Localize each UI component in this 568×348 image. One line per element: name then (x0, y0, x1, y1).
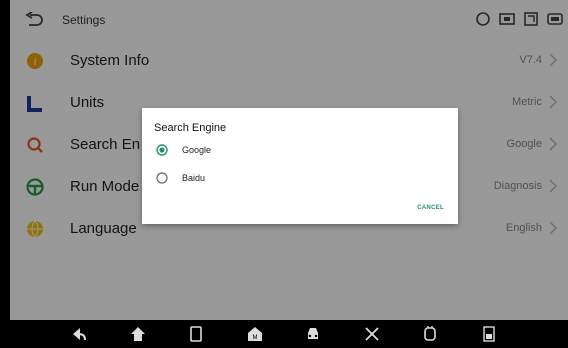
radio-option-baidu[interactable]: Baidu (156, 170, 356, 188)
dialog-title: Search Engine (154, 122, 227, 134)
search-engine-dialog: Search Engine Google Baidu CANCEL (142, 108, 458, 224)
radio-option-label: Baidu (182, 173, 206, 183)
recent-apps-icon[interactable] (187, 325, 205, 343)
svg-text:M: M (252, 335, 257, 341)
screenshot-icon[interactable] (480, 325, 498, 343)
radio-unselected-icon[interactable] (156, 172, 168, 184)
navigation-bar: M (10, 320, 568, 348)
service-icon[interactable]: M (246, 325, 264, 343)
device-screen: Settings i System Info V7.4 Units Metric… (10, 0, 568, 348)
radio-option-google[interactable]: Google (156, 142, 356, 160)
tools-icon[interactable] (363, 325, 381, 343)
radio-selected-icon[interactable] (156, 144, 168, 156)
cancel-button[interactable]: CANCEL (417, 205, 444, 211)
vci-icon[interactable] (421, 325, 439, 343)
back-icon[interactable] (70, 325, 88, 343)
radio-option-label: Google (182, 145, 212, 155)
home-icon[interactable] (129, 325, 147, 343)
car-icon[interactable] (304, 325, 322, 343)
